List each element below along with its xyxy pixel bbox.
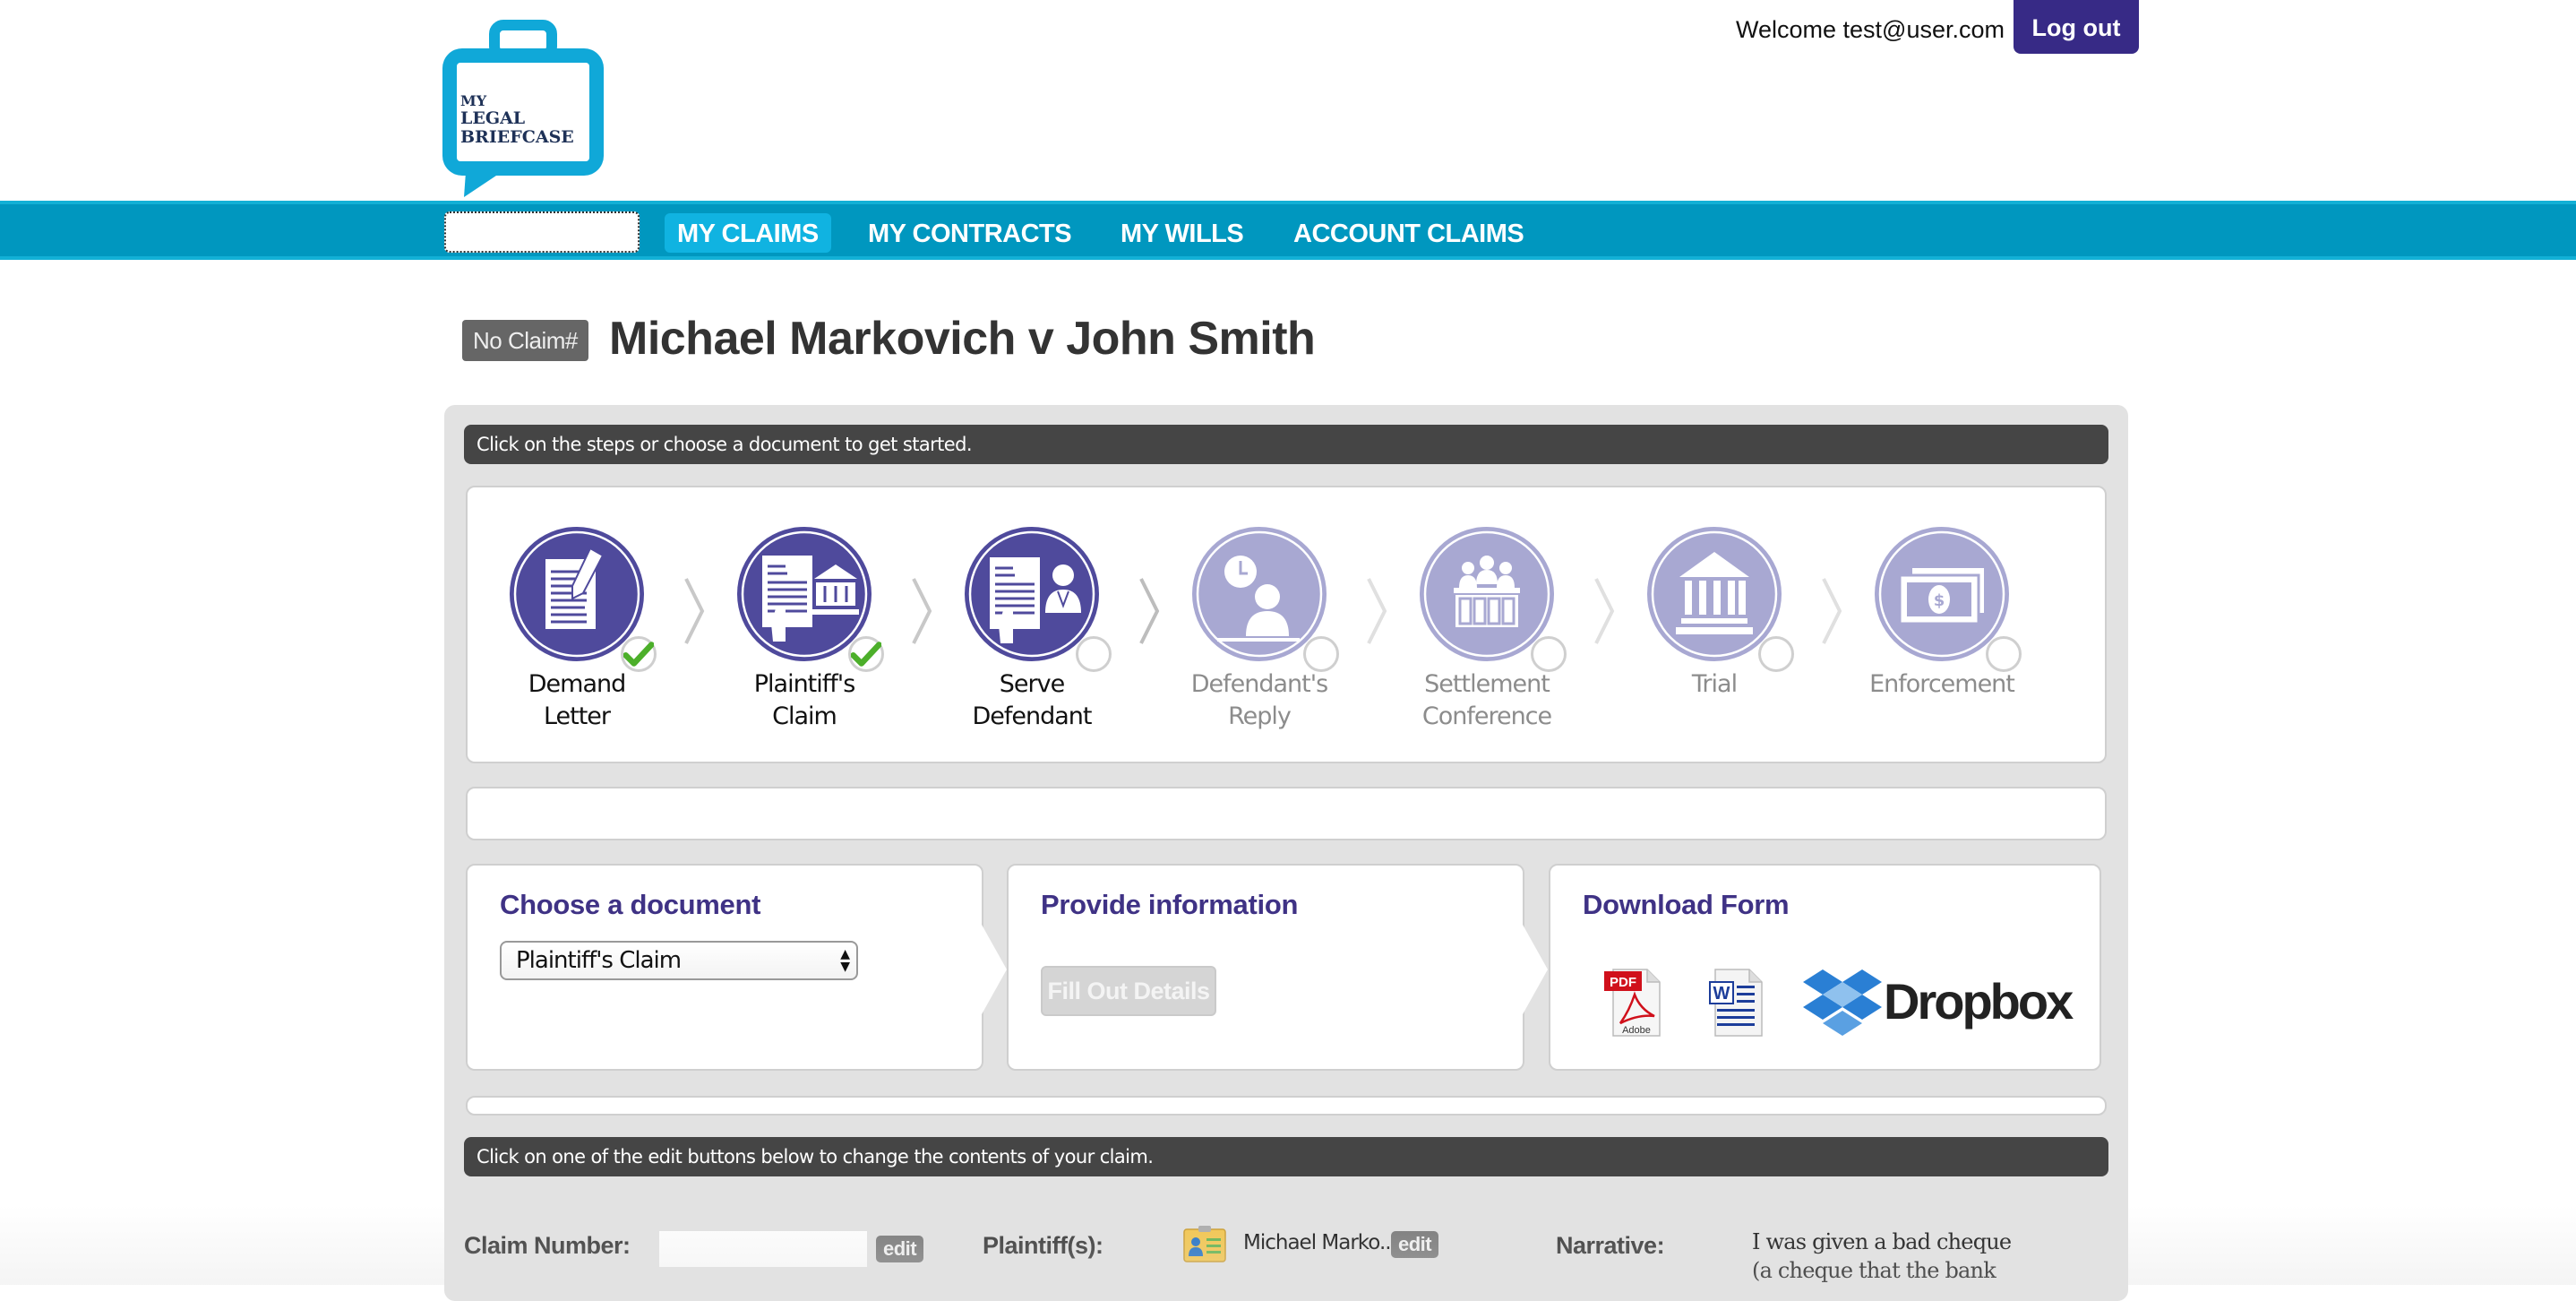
chevron-right-icon: [912, 578, 932, 644]
nav-my-wills[interactable]: MY WILLS: [1108, 213, 1256, 253]
divider-box: [466, 1096, 2107, 1116]
svg-text:$: $: [1934, 591, 1945, 610]
narrative-value: I was given a bad cheque (a cheque that …: [1752, 1229, 2012, 1283]
dropbox-button[interactable]: Dropbox: [1801, 966, 2074, 1039]
logout-button[interactable]: Log out: [2014, 0, 2139, 54]
card-heading: Download Form: [1583, 889, 1790, 920]
claim-number-badge: No Claim#: [462, 320, 588, 361]
nav-account-claims[interactable]: ACCOUNT CLAIMS: [1281, 213, 1536, 253]
steps-tracker: Demand Letter Plaintiff's Claim Serve De…: [466, 486, 2107, 763]
nav-my-contracts[interactable]: MY CONTRACTS: [855, 213, 1084, 253]
steps-hint-bar: Click on the steps or choose a document …: [464, 425, 2108, 464]
narrative-label: Narrative:: [1556, 1232, 1665, 1259]
card-arrow: [982, 925, 1007, 1014]
step-info-box: [466, 787, 2107, 840]
step-defendants-reply[interactable]: Defendant's Reply: [1170, 525, 1349, 733]
page-title: Michael Markovich v John Smith: [609, 313, 1316, 365]
svg-text:W: W: [1713, 984, 1730, 1004]
select-arrows-icon: ▲ ▼: [840, 947, 850, 974]
step-label: Serve: [999, 670, 1065, 698]
svg-text:LEGAL: LEGAL: [460, 108, 525, 128]
chevron-right-icon: [1139, 578, 1160, 644]
svg-text:Adobe: Adobe: [1622, 1025, 1651, 1036]
chevron-right-icon: [1822, 578, 1842, 644]
incomplete-circle-icon: [1531, 636, 1567, 672]
welcome-text: Welcome test@user.com: [1736, 16, 2005, 43]
step-plaintiffs-claim[interactable]: Plaintiff's Claim: [715, 525, 894, 733]
step-label: Defendant: [972, 702, 1092, 730]
chevron-right-icon: [1367, 578, 1387, 644]
card-arrow: [1523, 925, 1548, 1014]
plaintiffs-label: Plaintiff(s):: [983, 1232, 1103, 1259]
step-label: Defendant's: [1190, 670, 1329, 698]
plaintiffs-value: Michael Marko...: [1243, 1231, 1397, 1254]
step-demand-letter[interactable]: Demand Letter: [487, 525, 666, 733]
pdf-icon[interactable]: PDF Adobe: [1602, 966, 1665, 1038]
incomplete-circle-icon: [1076, 636, 1112, 672]
step-label: Conference: [1421, 702, 1552, 730]
card-heading: Choose a document: [500, 889, 761, 920]
step-enforcement[interactable]: $ Enforcement: [1852, 525, 2031, 701]
incomplete-circle-icon: [1303, 636, 1339, 672]
step-label: Enforcement: [1869, 670, 2015, 698]
step-label: Settlement: [1424, 670, 1550, 698]
svg-text:MY: MY: [460, 92, 487, 109]
step-label: Reply: [1228, 702, 1292, 730]
nav-search-input[interactable]: [444, 211, 640, 253]
incomplete-circle-icon: [1758, 636, 1794, 672]
logo[interactable]: MY LEGAL BRIEFCASE: [439, 20, 609, 199]
contact-card-icon: [1183, 1226, 1226, 1262]
document-select[interactable]: Plaintiff's Claim ▲ ▼: [500, 941, 858, 980]
svg-text:PDF: PDF: [1610, 975, 1636, 990]
incomplete-circle-icon: [1986, 636, 2022, 672]
dropbox-icon: [1803, 969, 1882, 1036]
nav-my-claims[interactable]: MY CLAIMS: [665, 213, 831, 253]
document-select-value: Plaintiff's Claim: [516, 947, 682, 974]
claim-number-input[interactable]: [659, 1231, 867, 1267]
svg-text:BRIEFCASE: BRIEFCASE: [460, 127, 574, 147]
card-heading: Provide information: [1041, 889, 1299, 920]
chevron-right-icon: [684, 578, 705, 644]
edit-plaintiffs-button[interactable]: edit: [1391, 1231, 1439, 1258]
complete-check-icon: [848, 636, 884, 672]
step-serve-defendant[interactable]: Serve Defendant: [942, 525, 1121, 733]
edit-hint-bar: Click on one of the edit buttons below t…: [464, 1137, 2108, 1176]
edit-claim-number-button[interactable]: edit: [876, 1236, 924, 1262]
complete-check-icon: [621, 636, 657, 672]
word-icon[interactable]: W: [1708, 966, 1767, 1039]
dropbox-label: Dropbox: [1884, 973, 2074, 1030]
briefcase-logo-icon: MY LEGAL BRIEFCASE: [442, 20, 604, 197]
step-trial[interactable]: Trial: [1625, 525, 1804, 701]
fill-out-details-button[interactable]: Fill Out Details: [1041, 966, 1216, 1016]
provide-information-card: Provide information Fill Out Details: [1007, 864, 1524, 1071]
choose-document-card: Choose a document Plaintiff's Claim ▲ ▼: [466, 864, 983, 1071]
download-form-card: Download Form PDF Adobe W Dropbox: [1549, 864, 2101, 1071]
step-label: Trial: [1691, 670, 1738, 698]
chevron-right-icon: [1594, 578, 1615, 644]
step-settlement-conference[interactable]: Settlement Conference: [1397, 525, 1576, 733]
claim-number-label: Claim Number:: [464, 1232, 631, 1259]
